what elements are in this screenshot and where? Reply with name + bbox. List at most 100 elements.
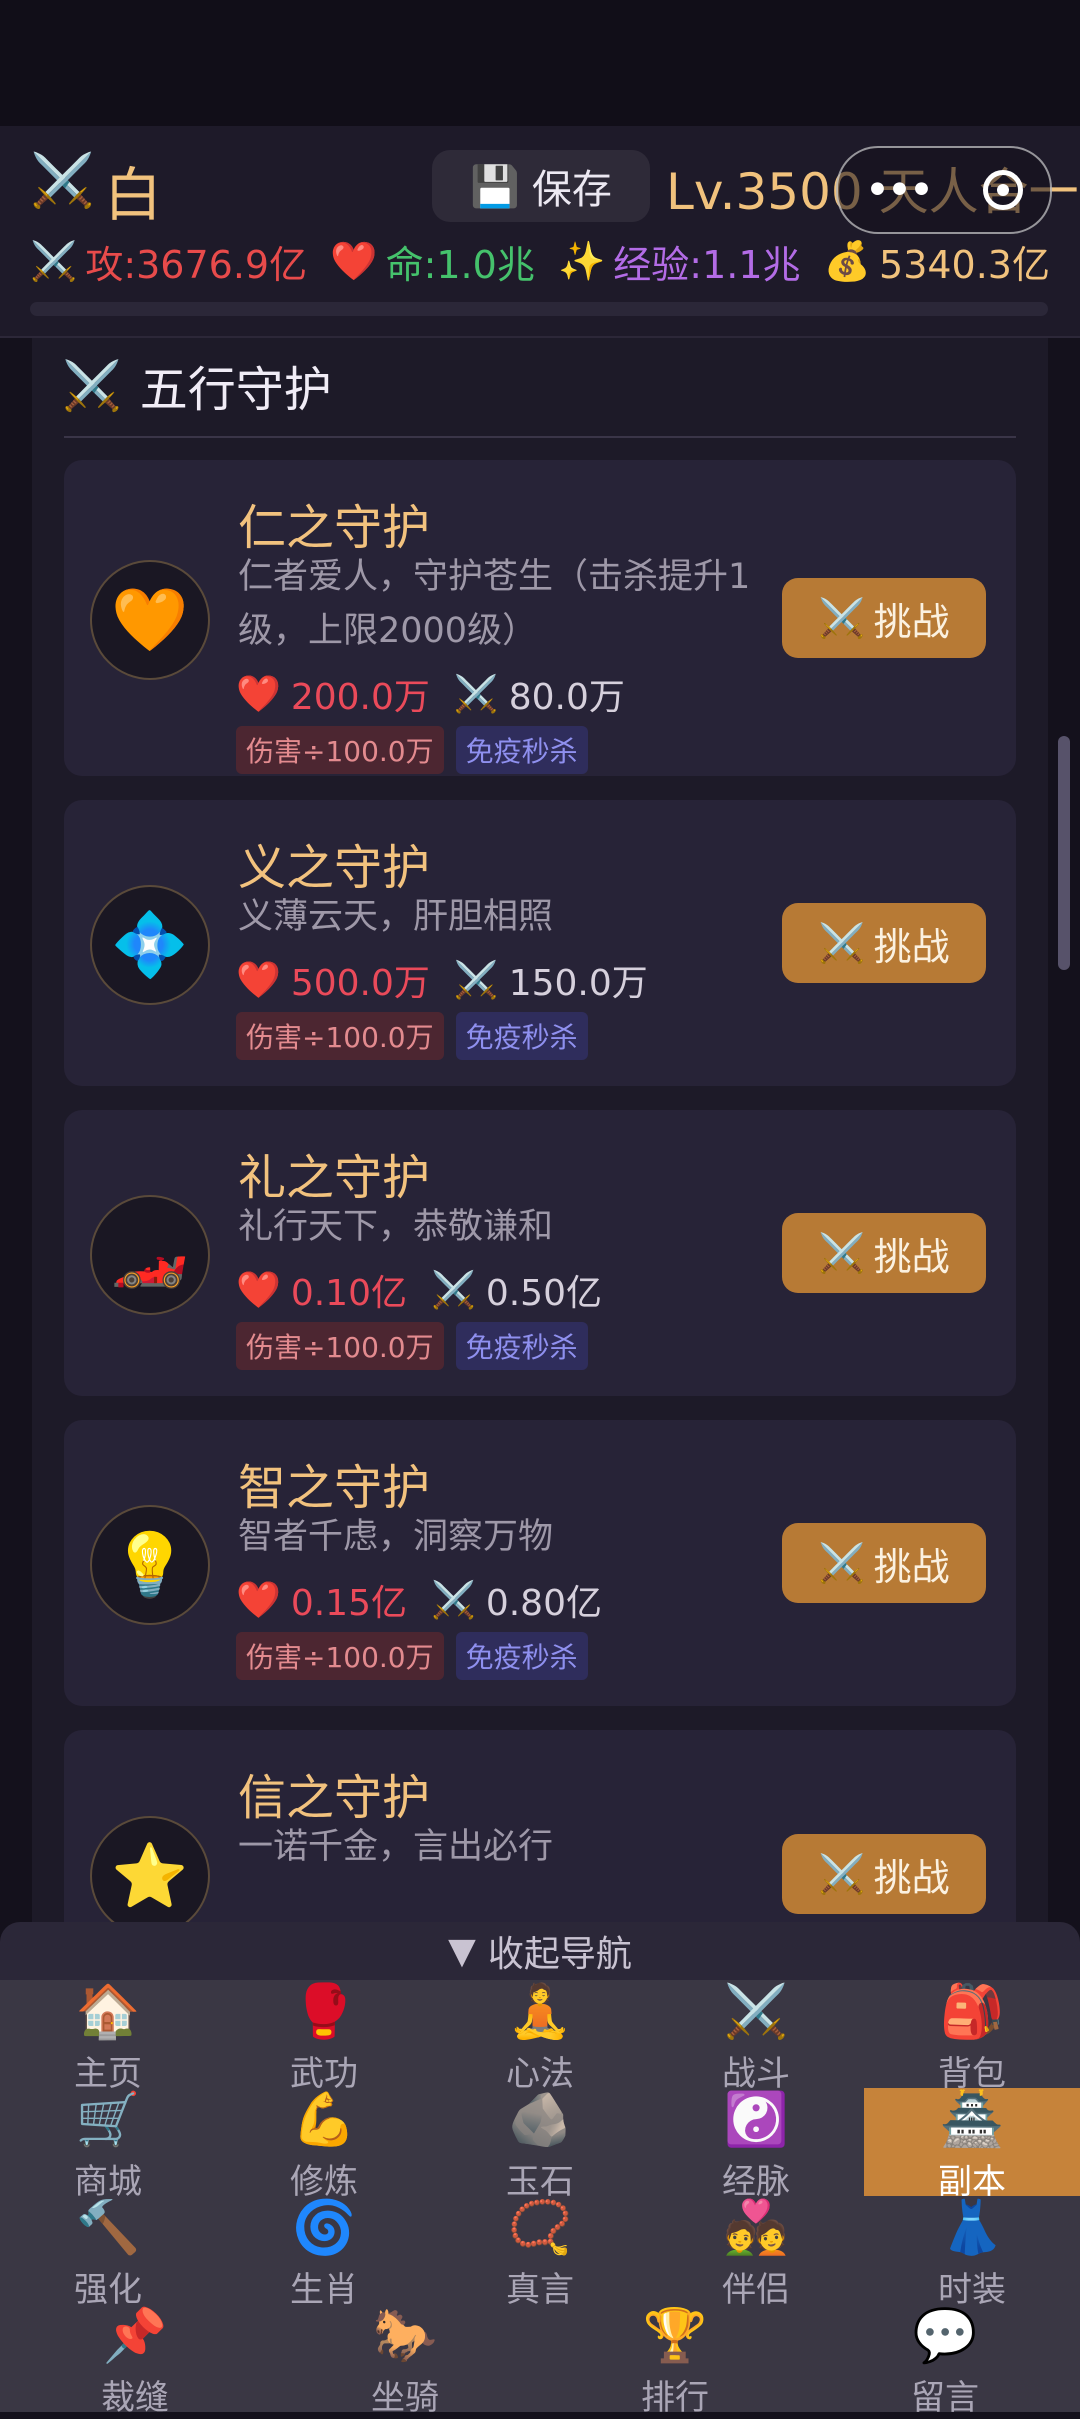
damage-reduction-tag: 伤害÷100.0万 bbox=[236, 726, 444, 774]
guardian-stats: ❤️ 500.0万 ⚔️ 150.0万 bbox=[236, 954, 648, 1006]
guardian-name: 仁之守护 bbox=[238, 500, 431, 556]
guardian-tags: 伤害÷100.0万 免疫秒杀 bbox=[236, 1012, 588, 1060]
guardian-stats: ❤️ 0.10亿 ⚔️ 0.50亿 bbox=[236, 1264, 602, 1316]
stat-value: 命:1.0兆 bbox=[385, 243, 535, 287]
save-label: 保存 bbox=[531, 167, 612, 213]
heart-icon: ❤️ bbox=[236, 674, 281, 715]
guardian-atk: 150.0万 bbox=[508, 963, 648, 1004]
guardian-icon: ⭐ bbox=[111, 1839, 189, 1912]
save-button[interactable]: 💾 保存 bbox=[432, 150, 650, 222]
nav-icon: 🎒 bbox=[939, 1982, 1005, 2042]
collapse-nav-button[interactable]: ▼ 收起导航 bbox=[0, 1922, 1080, 1980]
stat-item: ❤️ 命:1.0兆 bbox=[330, 234, 535, 289]
nav-icon: 💬 bbox=[912, 2306, 978, 2366]
nav-icon: ☯️ bbox=[723, 2090, 789, 2150]
damage-reduction-tag: 伤害÷100.0万 bbox=[236, 1322, 444, 1370]
guardian-tags: 伤害÷100.0万 免疫秒杀 bbox=[236, 1322, 588, 1370]
nav-item-真言[interactable]: 📿 真言 bbox=[432, 2196, 648, 2310]
guardian-name: 智之守护 bbox=[238, 1460, 431, 1516]
nav-item-商城[interactable]: 🛒 商城 bbox=[0, 2088, 216, 2202]
guardian-name: 礼之守护 bbox=[238, 1150, 431, 1206]
nav-icon: 🏠 bbox=[75, 1982, 141, 2042]
nav-icon: 🪨 bbox=[507, 2090, 573, 2150]
attack-icon: ⚔️ bbox=[30, 239, 78, 283]
divider bbox=[64, 436, 1016, 438]
immune-tag: 免疫秒杀 bbox=[455, 1012, 588, 1060]
swords-icon: ⚔️ bbox=[818, 595, 866, 640]
swords-icon: ⚔️ bbox=[818, 1851, 866, 1896]
nav-item-强化[interactable]: 🔨 强化 bbox=[0, 2196, 216, 2310]
stat-value: 经验:1.1兆 bbox=[613, 243, 801, 287]
nav-item-战斗[interactable]: ⚔️ 战斗 bbox=[648, 1980, 864, 2094]
guardian-desc: 礼行天下，恭敬谦和 bbox=[238, 1207, 554, 1247]
nav-item-经脉[interactable]: ☯️ 经脉 bbox=[648, 2088, 864, 2202]
nav-item-主页[interactable]: 🏠 主页 bbox=[0, 1980, 216, 2094]
guardian-tags: 伤害÷100.0万 免疫秒杀 bbox=[236, 1632, 588, 1680]
guardian-desc: 仁者爱人，守护苍生（击杀提升1级，上限2000级） bbox=[238, 557, 751, 651]
triangle-down-icon: ▼ bbox=[448, 1930, 476, 1972]
guardian-card: ⭐ 信之守护 一诺千金，言出必行 ⚔️ 挑战 bbox=[64, 1730, 1016, 1922]
nav-item-留言[interactable]: 💬 留言 bbox=[837, 2304, 1053, 2418]
nav-icon: 🌀 bbox=[291, 2198, 357, 2258]
swords-icon: ⚔️ bbox=[431, 1270, 476, 1311]
challenge-button[interactable]: ⚔️ 挑战 bbox=[782, 1213, 986, 1293]
close-target-icon[interactable] bbox=[983, 170, 1024, 210]
nav-icon: 💑 bbox=[723, 2198, 789, 2258]
heart-icon: ❤️ bbox=[236, 1270, 281, 1311]
nav-item-裁缝[interactable]: 📌 裁缝 bbox=[27, 2304, 243, 2418]
guardian-avatar: 🧡 bbox=[90, 560, 210, 680]
immune-tag: 免疫秒杀 bbox=[455, 1632, 588, 1680]
nav-icon: 💪 bbox=[291, 2090, 357, 2150]
guardian-name: 信之守护 bbox=[238, 1770, 431, 1826]
scrollbar[interactable] bbox=[1058, 736, 1070, 970]
nav-icon: 🏆 bbox=[642, 2306, 708, 2366]
miniprogram-capsule[interactable]: ••• bbox=[836, 146, 1052, 234]
nav-item-玉石[interactable]: 🪨 玉石 bbox=[432, 2088, 648, 2202]
swords-icon: ⚔️ bbox=[431, 1580, 476, 1621]
guardian-hp: 0.10亿 bbox=[290, 1273, 407, 1314]
nav-item-坐骑[interactable]: 🐎 坐骑 bbox=[297, 2304, 513, 2418]
challenge-label: 挑战 bbox=[873, 599, 950, 644]
guardian-desc: 智者千虑，洞察万物 bbox=[238, 1517, 554, 1557]
nav-item-时装[interactable]: 👗 时装 bbox=[864, 2196, 1080, 2310]
challenge-button[interactable]: ⚔️ 挑战 bbox=[782, 578, 986, 658]
nav-item-生肖[interactable]: 🌀 生肖 bbox=[216, 2196, 432, 2310]
nav-item-伴侣[interactable]: 💑 伴侣 bbox=[648, 2196, 864, 2310]
guardian-icon: 💠 bbox=[111, 908, 189, 981]
more-menu-icon[interactable]: ••• bbox=[865, 165, 935, 216]
challenge-label: 挑战 bbox=[873, 1855, 950, 1900]
nav-icon: 📌 bbox=[102, 2306, 168, 2366]
guardian-avatar: 🏎️ bbox=[90, 1195, 210, 1315]
guardian-tags: 伤害÷100.0万 免疫秒杀 bbox=[236, 726, 588, 774]
stat-item: ✨ 经验:1.1兆 bbox=[558, 234, 801, 289]
nav-item-背包[interactable]: 🎒 背包 bbox=[864, 1980, 1080, 2094]
guardian-icon: 🧡 bbox=[111, 583, 189, 656]
money-bag-icon: 💰 bbox=[823, 239, 872, 283]
immune-tag: 免疫秒杀 bbox=[455, 1322, 588, 1370]
nav-item-修炼[interactable]: 💪 修炼 bbox=[216, 2088, 432, 2202]
challenge-label: 挑战 bbox=[873, 1544, 950, 1589]
stat-item: ⚔️ 攻:3676.9亿 bbox=[30, 234, 307, 289]
nav-item-武功[interactable]: 🥊 武功 bbox=[216, 1980, 432, 2094]
nav-item-心法[interactable]: 🧘 心法 bbox=[432, 1980, 648, 2094]
dungeon-panel: ⚔️ 五行守护 🧡 仁之守护 仁者爱人，守护苍生（击杀提升1级，上限2000级）… bbox=[32, 338, 1048, 1922]
guardian-avatar: 💡 bbox=[90, 1505, 210, 1625]
section-title: ⚔️ 五行守护 bbox=[62, 350, 332, 420]
nav-item-副本[interactable]: 🏯 副本 bbox=[864, 2088, 1080, 2202]
collapse-nav-label: 收起导航 bbox=[487, 1934, 632, 1975]
nav-icon: 🏯 bbox=[939, 2090, 1005, 2150]
nav-label: 真言 bbox=[506, 2270, 574, 2310]
challenge-button[interactable]: ⚔️ 挑战 bbox=[782, 1523, 986, 1603]
guardian-card: 💠 义之守护 义薄云天，肝胆相照 ❤️ 500.0万 ⚔️ 150.0万 伤害÷… bbox=[64, 800, 1016, 1086]
stat-value: 5340.3亿 bbox=[879, 243, 1050, 287]
challenge-label: 挑战 bbox=[873, 924, 950, 969]
nav-icon: 👗 bbox=[939, 2198, 1005, 2258]
challenge-button[interactable]: ⚔️ 挑战 bbox=[782, 903, 986, 983]
nav-item-排行[interactable]: 🏆 排行 bbox=[567, 2304, 783, 2418]
challenge-button[interactable]: ⚔️ 挑战 bbox=[782, 1834, 986, 1914]
swords-icon: ⚔️ bbox=[818, 1230, 866, 1275]
swords-icon: ⚔️ bbox=[453, 960, 499, 1001]
guardian-icon: 💡 bbox=[111, 1528, 189, 1601]
guardian-list: 🧡 仁之守护 仁者爱人，守护苍生（击杀提升1级，上限2000级） ❤️ 200.… bbox=[64, 460, 1016, 1922]
hero-name: 白 bbox=[104, 161, 163, 229]
